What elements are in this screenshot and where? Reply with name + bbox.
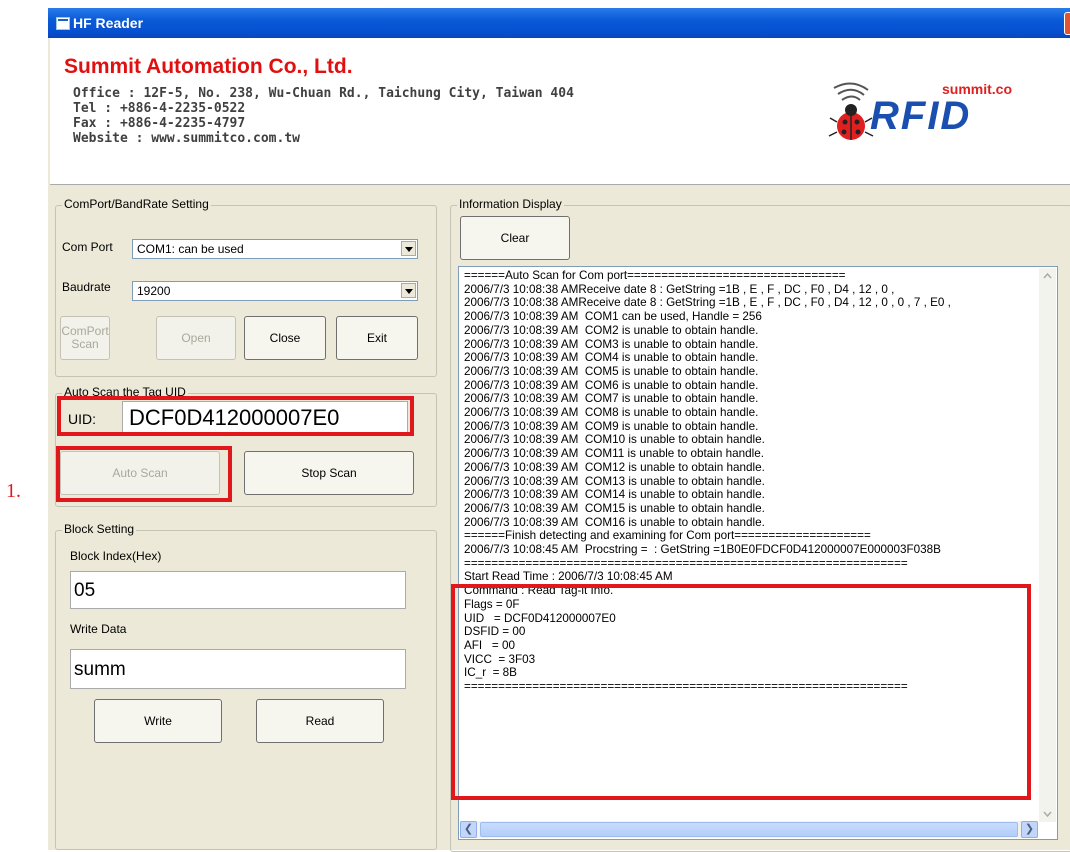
read-result-highlight-box <box>451 584 1031 800</box>
block-index-value: 05 <box>74 580 96 601</box>
log-line: ======Finish detecting and examining for… <box>464 529 871 543</box>
com-port-select[interactable]: COM1: can be used <box>132 239 418 259</box>
block-index-label: Block Index(Hex) <box>70 549 162 563</box>
scroll-up-icon[interactable] <box>1039 268 1056 285</box>
write-data-label: Write Data <box>70 622 127 636</box>
step-annotation: 1. <box>6 480 21 502</box>
block-setting-group-label: Block Setting <box>62 522 137 536</box>
chevron-down-icon[interactable] <box>401 241 416 256</box>
write-data-input[interactable]: summ <box>70 649 406 689</box>
log-line: 2006/7/3 10:08:38 AMReceive date 8 : Get… <box>464 282 895 296</box>
company-website: Website : www.summitco.com.tw <box>73 131 300 146</box>
company-fax: Fax : +886-4-2235-4797 <box>73 116 246 131</box>
write-button[interactable]: Write <box>94 699 222 743</box>
title-bar[interactable]: HF Reader X <box>48 8 1070 38</box>
log-line: 2006/7/3 10:08:39 AM COM8 is unable to o… <box>464 406 759 420</box>
horizontal-scroll-thumb[interactable] <box>480 822 1018 837</box>
app-icon <box>56 17 70 30</box>
log-line: 2006/7/3 10:08:39 AM COM14 is unable to … <box>464 488 765 502</box>
scroll-down-icon[interactable] <box>1039 805 1056 822</box>
log-line: 2006/7/3 10:08:39 AM COM7 is unable to o… <box>464 392 759 406</box>
baudrate-label: Baudrate <box>62 280 111 294</box>
log-line: 2006/7/3 10:08:39 AM COM9 is unable to o… <box>464 419 759 433</box>
log-line: 2006/7/3 10:08:39 AM COM5 is unable to o… <box>464 364 759 378</box>
exit-button[interactable]: Exit <box>336 316 418 360</box>
scroll-left-icon[interactable]: ❮ <box>460 821 477 838</box>
log-line: 2006/7/3 10:08:39 AM COM1 can be used, H… <box>464 310 762 324</box>
open-button[interactable]: Open <box>156 316 236 360</box>
logo-rfid-text: RFID <box>870 94 972 138</box>
comport-scan-button[interactable]: ComPort Scan <box>60 316 110 360</box>
comport-group-label: ComPort/BandRate Setting <box>62 197 211 211</box>
write-data-value: summ <box>74 659 126 680</box>
log-line: 2006/7/3 10:08:39 AM COM13 is unable to … <box>464 474 765 488</box>
log-line: 2006/7/3 10:08:39 AM COM2 is unable to o… <box>464 323 759 337</box>
stop-scan-button[interactable]: Stop Scan <box>244 451 414 495</box>
log-line: 2006/7/3 10:08:39 AM COM11 is unable to … <box>464 447 764 461</box>
baudrate-value: 19200 <box>137 284 171 298</box>
log-line: 2006/7/3 10:08:39 AM COM4 is unable to o… <box>464 351 759 365</box>
app-window: HF Reader X Summit Automation Co., Ltd. … <box>48 8 1070 852</box>
company-name: Summit Automation Co., Ltd. <box>64 55 353 78</box>
block-index-input[interactable]: 05 <box>70 571 406 609</box>
log-line: 2006/7/3 10:08:39 AM COM3 is unable to o… <box>464 337 759 351</box>
window-title: HF Reader <box>73 15 144 31</box>
information-display-label: Information Display <box>457 197 564 211</box>
log-line: 2006/7/3 10:08:39 AM COM6 is unable to o… <box>464 378 759 392</box>
baudrate-select[interactable]: 19200 <box>132 281 418 301</box>
horizontal-scrollbar[interactable]: ❮ ❯ <box>460 821 1038 838</box>
log-line: Start Read Time : 2006/7/3 10:08:45 AM <box>464 570 673 584</box>
log-line: 2006/7/3 10:08:45 AM Procstring = : GetS… <box>464 543 941 557</box>
vertical-scrollbar[interactable] <box>1039 268 1056 822</box>
scroll-right-icon[interactable]: ❯ <box>1021 821 1038 838</box>
log-line: 2006/7/3 10:08:38 AMReceive date 8 : Get… <box>464 296 951 310</box>
com-port-value: COM1: can be used <box>137 242 244 256</box>
log-line: 2006/7/3 10:08:39 AM COM12 is unable to … <box>464 460 765 474</box>
auto-scan-highlight-box <box>56 446 232 502</box>
log-line: 2006/7/3 10:08:39 AM COM10 is unable to … <box>464 433 765 447</box>
clear-button[interactable]: Clear <box>460 216 570 260</box>
rfid-logo: summit.co RFID <box>818 76 1018 146</box>
log-line: ======Auto Scan for Com port============… <box>464 269 846 282</box>
company-tel: Tel : +886-4-2235-0522 <box>73 101 246 116</box>
close-button[interactable]: Close <box>244 316 326 360</box>
chevron-down-icon[interactable] <box>401 283 416 298</box>
log-line: 2006/7/3 10:08:39 AM COM15 is unable to … <box>464 501 765 515</box>
com-port-label: Com Port <box>62 240 113 254</box>
company-address: Office : 12F-5, No. 238, Wu-Chuan Rd., T… <box>73 86 574 101</box>
uid-highlight-box <box>57 396 414 436</box>
log-line: 2006/7/3 10:08:39 AM COM16 is unable to … <box>464 515 765 529</box>
log-line: ========================================… <box>464 556 908 570</box>
close-window-button[interactable]: X <box>1064 12 1070 35</box>
read-button[interactable]: Read <box>256 699 384 743</box>
company-header: Summit Automation Co., Ltd. Office : 12F… <box>50 38 1070 185</box>
